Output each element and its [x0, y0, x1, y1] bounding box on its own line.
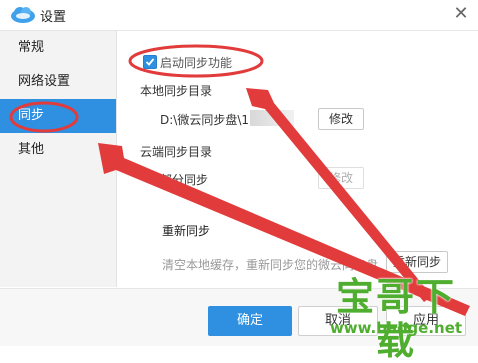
close-icon[interactable]: ✕ [448, 2, 474, 26]
cloud-icon [11, 7, 35, 23]
sidebar-item-label: 其他 [18, 142, 45, 157]
sidebar-item-other[interactable]: 其他 [0, 133, 116, 167]
enable-sync-label[interactable]: 启动同步功能 [160, 54, 232, 71]
sidebar-item-sync[interactable]: 同步 [0, 99, 116, 133]
sidebar-item-label: 同步 [18, 108, 45, 123]
ok-button[interactable]: 确定 [208, 306, 292, 336]
resync-description: 清空本地缓存，重新同步您的微云同步盘 [162, 258, 379, 272]
cloud-modify-button[interactable]: 修改 [318, 167, 364, 189]
redacted-path [250, 110, 294, 126]
resync-title: 重新同步 [162, 224, 211, 238]
checkmark-icon [145, 58, 155, 66]
sidebar-item-label: 网络设置 [18, 74, 71, 89]
resync-button[interactable]: 重新同步 [386, 251, 448, 273]
sidebar-item-network[interactable]: 网络设置 [0, 65, 116, 99]
cloud-dir-label: 云端同步目录 [140, 145, 213, 159]
sidebar-item-label: 常规 [18, 40, 45, 55]
sidebar-item-general[interactable]: 常规 [0, 31, 116, 65]
local-dir-label: 本地同步目录 [140, 84, 213, 98]
sidebar: 常规 网络设置 同步 其他 [0, 31, 117, 287]
enable-sync-checkbox[interactable] [143, 55, 157, 69]
local-dir-value: D:\微云同步盘\1 [160, 113, 250, 127]
window-title: 设置 [40, 10, 67, 25]
apply-button[interactable]: 应用 [386, 306, 466, 336]
title-bar: 设置 ✕ [0, 0, 478, 31]
cloud-dir-value: 部分同步 [160, 173, 209, 187]
local-modify-button[interactable]: 修改 [318, 108, 364, 130]
cancel-button[interactable]: 取消 [298, 306, 378, 336]
